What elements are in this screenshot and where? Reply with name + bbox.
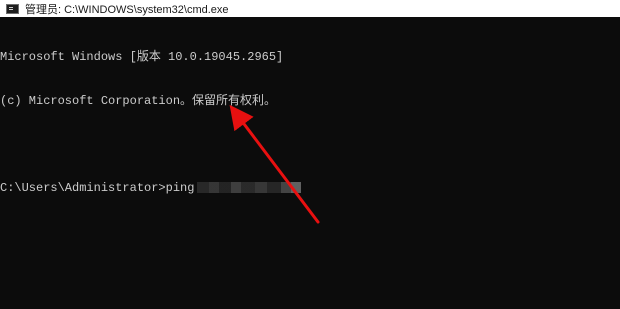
- console-output[interactable]: Microsoft Windows [版本 10.0.19045.2965] (…: [0, 21, 620, 309]
- window-titlebar[interactable]: 管理员: C:\WINDOWS\system32\cmd.exe: [0, 0, 620, 17]
- redacted-ip-address: [197, 182, 302, 194]
- console-prompt: C:\Users\Administrator>: [0, 180, 166, 195]
- console-prompt-line[interactable]: C:\Users\Administrator> ping: [0, 181, 620, 196]
- window-title: 管理员: C:\WINDOWS\system32\cmd.exe: [25, 3, 229, 16]
- console-line-copyright: (c) Microsoft Corporation。保留所有权利。: [0, 93, 277, 108]
- console-command[interactable]: ping: [166, 181, 195, 196]
- cmd-window: 管理员: C:\WINDOWS\system32\cmd.exe Microso…: [0, 0, 620, 309]
- console-line-version: Microsoft Windows [版本 10.0.19045.2965]: [0, 50, 284, 64]
- cmd-console-icon: [6, 3, 19, 14]
